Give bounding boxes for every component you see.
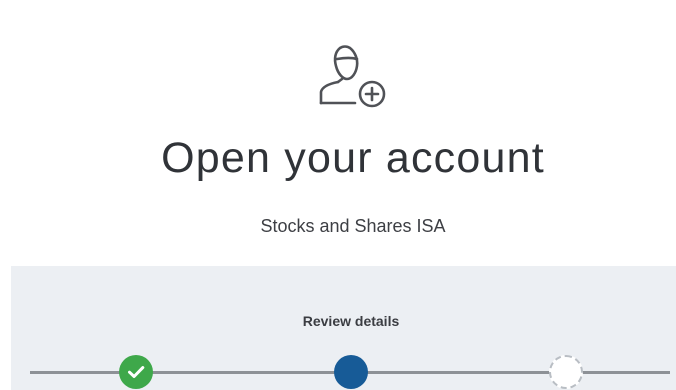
account-header: Open your account Stocks and Shares ISA <box>0 0 676 266</box>
check-icon <box>128 366 145 378</box>
progress-stepper: Review details <box>11 266 676 390</box>
product-subtitle: Stocks and Shares ISA <box>260 216 446 236</box>
page-title: Open your account <box>161 134 545 182</box>
user-add-icon <box>319 45 386 108</box>
current-step-label: Review details <box>302 313 400 329</box>
step-upcoming <box>549 355 583 389</box>
step-complete[interactable] <box>119 355 153 389</box>
step-current[interactable] <box>334 355 368 389</box>
